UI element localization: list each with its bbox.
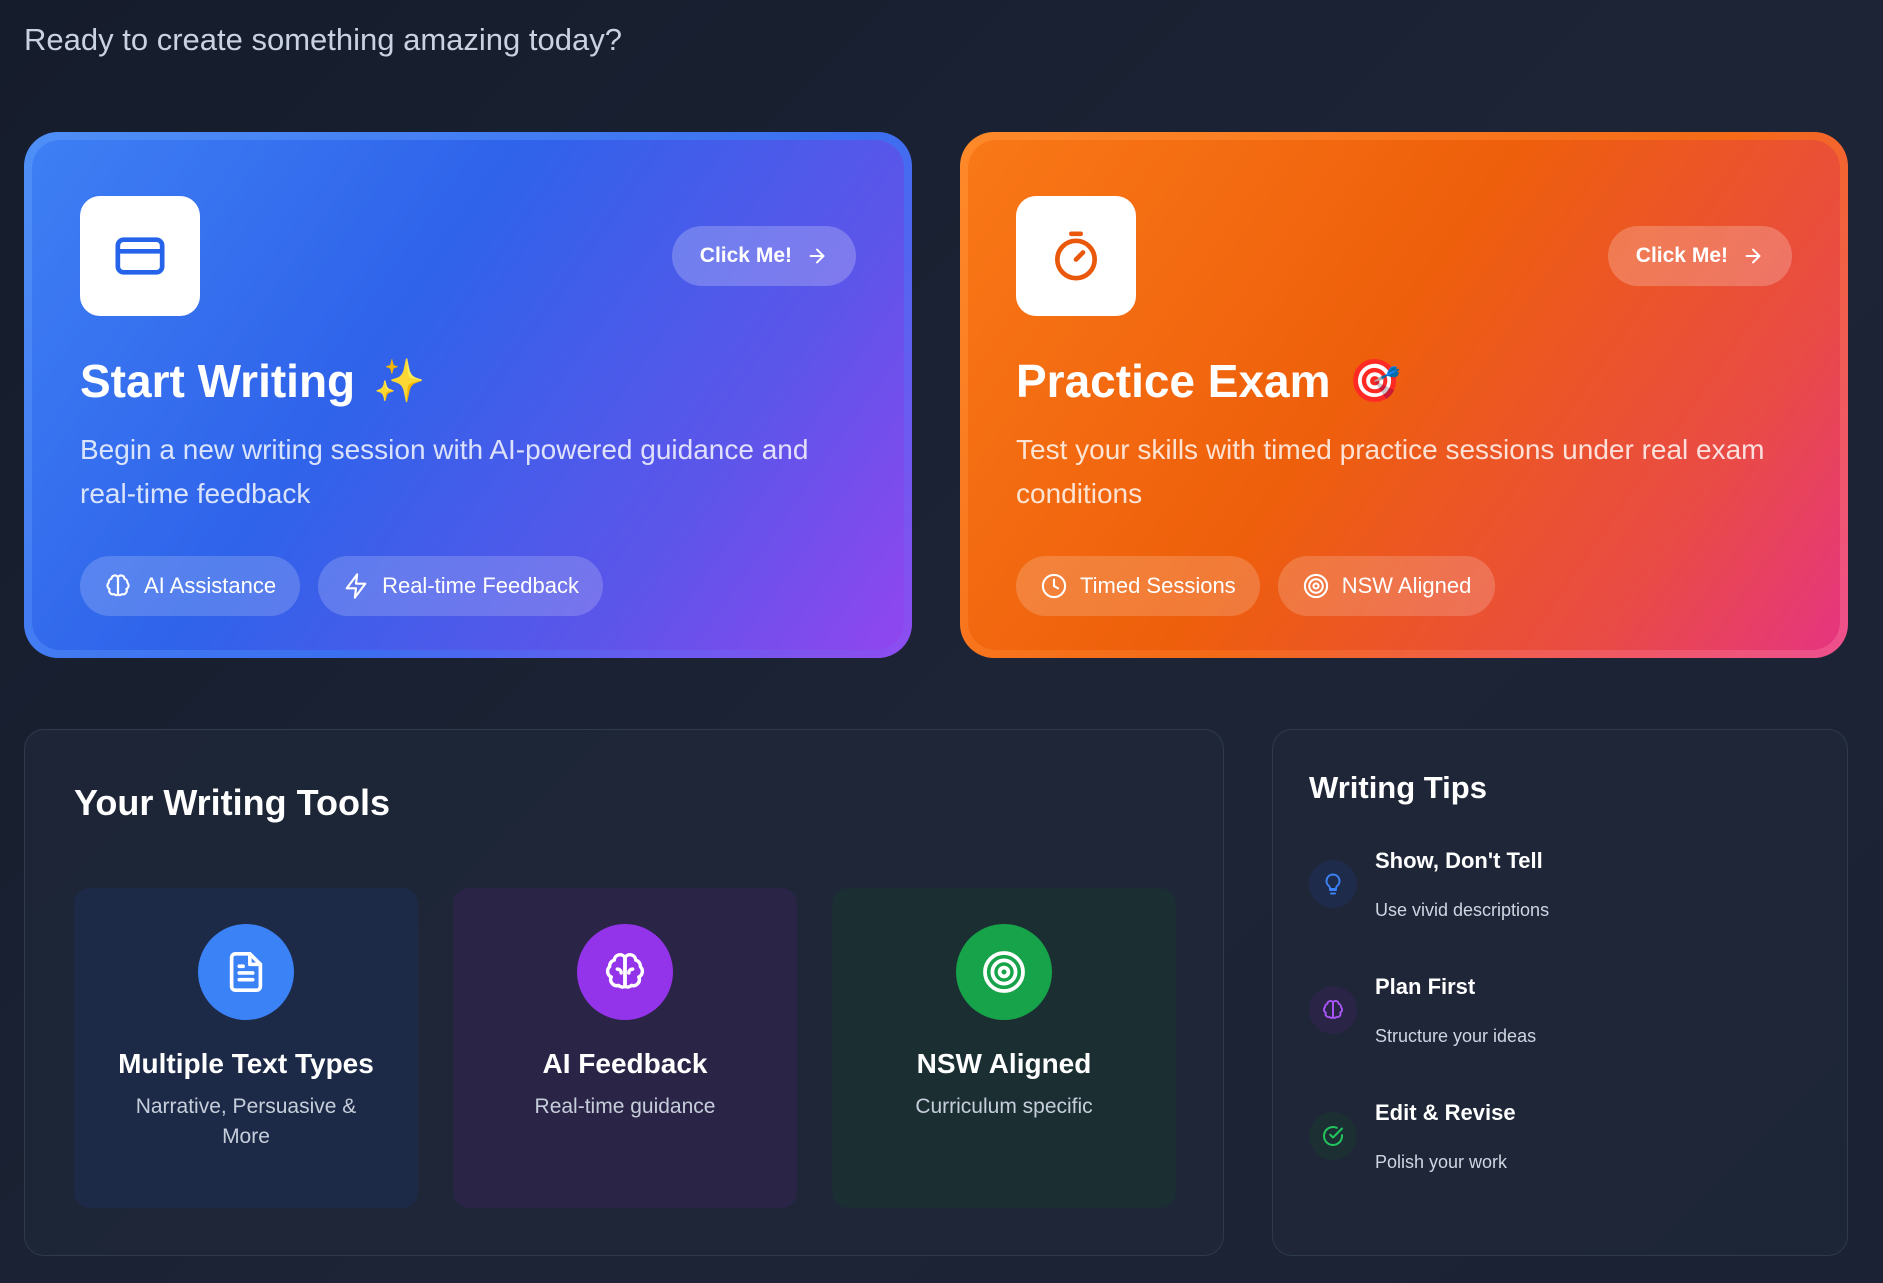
bullseye-icon: 🎯: [1348, 356, 1401, 404]
tip-subtitle: Structure your ideas: [1375, 1026, 1537, 1046]
writing-tips-title: Writing Tips: [1309, 770, 1487, 805]
tool-name: AI Feedback: [542, 1048, 708, 1079]
start-writing-card[interactable]: Click Me! Start Writing ✨ Begin a new wr…: [24, 132, 912, 658]
start-writing-click-button[interactable]: Click Me!: [671, 226, 856, 286]
chip-realtime-feedback: Real-time Feedback: [318, 556, 603, 616]
start-writing-title: Start Writing: [80, 355, 356, 407]
dashboard: Ready to create something amazing today?…: [0, 0, 1883, 1283]
tip-subtitle: Polish your work: [1375, 1152, 1508, 1172]
timer-icon: [1016, 196, 1136, 316]
practice-exam-click-button[interactable]: Click Me!: [1607, 226, 1792, 286]
sparkles-icon: ✨: [373, 356, 426, 404]
writing-tools-panel: Your Writing Tools Multiple Text Types N…: [24, 729, 1224, 1256]
welcome-message: Ready to create something amazing today?: [24, 22, 622, 57]
tip-title: Edit & Revise: [1375, 1100, 1516, 1125]
tool-subtitle: Narrative, Persuasive & More: [135, 1095, 357, 1148]
practice-exam-title: Practice Exam: [1016, 355, 1331, 407]
tool-multiple-text-types[interactable]: Multiple Text Types Narrative, Persuasiv…: [74, 888, 418, 1208]
tool-name: NSW Aligned: [916, 1048, 1092, 1079]
tool-subtitle: Real-time guidance: [534, 1095, 716, 1118]
click-button-label: Click Me!: [699, 244, 792, 267]
tip-subtitle: Use vivid descriptions: [1375, 900, 1550, 920]
chip-label: NSW Aligned: [1341, 573, 1472, 598]
practice-exam-card[interactable]: Click Me! Practice Exam 🎯 Test your skil…: [960, 132, 1848, 658]
tool-ai-feedback[interactable]: AI Feedback Real-time guidance: [453, 888, 797, 1208]
click-button-label: Click Me!: [1635, 244, 1728, 267]
tip-title: Show, Don't Tell: [1375, 848, 1543, 873]
arrow-right-icon: [1745, 248, 1761, 264]
chip-label: AI Assistance: [144, 573, 277, 598]
tool-subtitle: Curriculum specific: [915, 1095, 1093, 1118]
tool-name: Multiple Text Types: [118, 1048, 374, 1079]
target-icon: [1303, 573, 1328, 599]
brain-icon: [577, 924, 673, 1020]
writing-tools-title: Your Writing Tools: [74, 782, 390, 823]
chip-timed-sessions: Timed Sessions: [1016, 556, 1260, 616]
card-icon: [80, 196, 200, 316]
tip-title: Plan First: [1375, 974, 1476, 999]
clock-icon: [1041, 573, 1067, 599]
practice-exam-description: Test your skills with timed practice ses…: [1016, 434, 1765, 509]
arrow-right-icon: [809, 248, 825, 264]
start-writing-description: Begin a new writing session with AI-powe…: [80, 434, 809, 509]
chip-label: Timed Sessions: [1080, 573, 1236, 598]
document-icon: [198, 924, 294, 1020]
lightning-icon: [345, 573, 367, 599]
chip-ai-assistance: AI Assistance: [80, 556, 301, 616]
tool-nsw-aligned[interactable]: NSW Aligned Curriculum specific: [832, 888, 1176, 1208]
writing-tips-panel: Writing Tips Show, Don't Tell Use vivid …: [1272, 729, 1848, 1256]
target-icon: [956, 924, 1052, 1020]
lightbulb-icon: [1309, 860, 1357, 908]
brain-icon: [1309, 986, 1357, 1034]
check-circle-icon: [1309, 1112, 1357, 1160]
chip-nsw-aligned: NSW Aligned: [1277, 556, 1496, 616]
brain-icon: [106, 574, 130, 597]
chip-label: Real-time Feedback: [382, 573, 579, 598]
